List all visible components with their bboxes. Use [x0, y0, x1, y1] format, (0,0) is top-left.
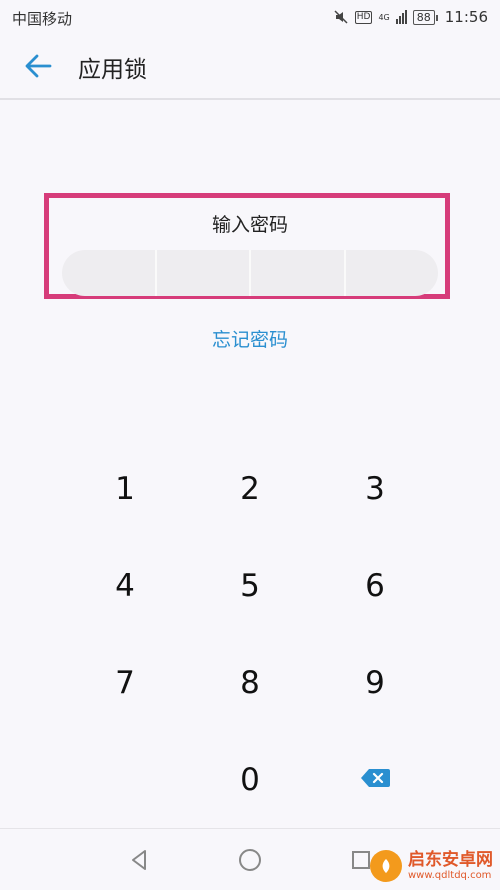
circle-home-icon	[239, 849, 261, 871]
pin-label: 输入密码	[211, 214, 288, 236]
back-button[interactable]	[22, 50, 54, 82]
clock: 11:56	[444, 8, 488, 26]
key-4[interactable]: 4	[75, 551, 175, 621]
nav-back-button[interactable]	[122, 843, 156, 877]
key-5[interactable]: 5	[200, 551, 300, 621]
watermark: 启东安卓网 www.qdltdq.com	[370, 844, 493, 888]
key-2[interactable]: 2	[200, 454, 300, 524]
pin-digit-slot	[62, 250, 157, 296]
network-type: 4G	[378, 12, 390, 22]
pin-digit-slot	[346, 250, 439, 296]
pin-input[interactable]	[62, 250, 438, 296]
status-icons: HD 4G 88 11:56	[333, 6, 488, 28]
delete-button[interactable]	[345, 750, 405, 806]
carrier-label: 中国移动	[12, 10, 73, 28]
mute-icon	[334, 10, 348, 24]
page-title: 应用锁	[78, 57, 147, 83]
key-8[interactable]: 8	[200, 648, 300, 718]
key-0[interactable]: 0	[200, 745, 300, 815]
signal-icon	[395, 10, 407, 24]
pin-digit-slot	[157, 250, 251, 296]
watermark-logo-icon	[370, 850, 402, 882]
status-bar: 中国移动 HD 4G 88 11:56	[0, 0, 500, 36]
triangle-back-icon	[132, 850, 146, 870]
watermark-url: www.qdltdq.com	[408, 869, 492, 881]
pin-digit-slot	[251, 250, 346, 296]
key-1[interactable]: 1	[75, 454, 175, 524]
key-6[interactable]: 6	[325, 551, 425, 621]
key-9[interactable]: 9	[325, 648, 425, 718]
key-3[interactable]: 3	[325, 454, 425, 524]
nav-home-button[interactable]	[233, 843, 267, 877]
backspace-icon	[361, 769, 390, 787]
forgot-password-link[interactable]: 忘记密码	[0, 325, 500, 352]
battery-icon: 88	[412, 9, 438, 25]
app-bar: 应用锁	[0, 36, 500, 100]
arrow-left-icon	[25, 54, 52, 78]
hd-badge: HD	[354, 10, 373, 24]
watermark-name: 启东安卓网	[408, 849, 493, 870]
key-7[interactable]: 7	[75, 648, 175, 718]
